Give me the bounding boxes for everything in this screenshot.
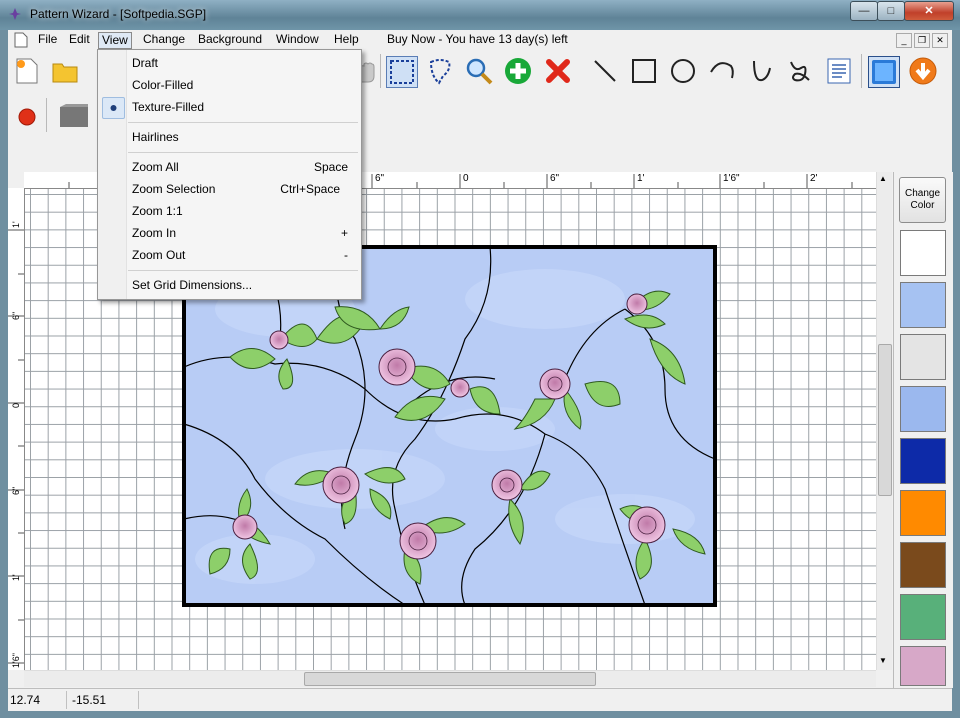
- color-swatch[interactable]: [900, 282, 946, 328]
- menu-item-zoom-all[interactable]: Zoom All: [132, 157, 179, 177]
- window-title: Pattern Wizard - [Softpedia.SGP]: [30, 7, 207, 21]
- new-file-icon[interactable]: [12, 56, 42, 86]
- color-swatch[interactable]: [900, 334, 946, 380]
- status-y-coordinate: -15.51: [72, 693, 107, 707]
- menu-bar: File Edit View Change Background Window …: [8, 30, 952, 51]
- lasso-select-icon[interactable]: [425, 56, 455, 86]
- menu-item-color-filled[interactable]: Color-Filled: [132, 75, 193, 95]
- app-icon: [8, 7, 22, 21]
- menu-gutter: [98, 50, 127, 299]
- color-swatch[interactable]: [900, 646, 946, 686]
- selected-radio-icon: [102, 97, 125, 119]
- status-divider: [138, 691, 139, 709]
- menu-item-draft[interactable]: Draft: [132, 53, 158, 73]
- add-icon[interactable]: [503, 56, 533, 86]
- horizontal-scrollbar[interactable]: [24, 670, 876, 687]
- line-tool-icon[interactable]: [590, 56, 620, 86]
- vertical-scrollbar[interactable]: ▲ ▼: [876, 172, 892, 670]
- ruler-label: 1': [11, 574, 21, 581]
- menu-separator: [128, 152, 358, 153]
- ruler-label: 6": [375, 173, 385, 184]
- record-icon[interactable]: [17, 107, 37, 127]
- shortcut-zoom-out: -: [344, 248, 348, 262]
- ruler-label: 0: [463, 173, 469, 184]
- menu-separator: [128, 122, 358, 123]
- ruler-label: 1'6": [723, 173, 740, 184]
- menu-view[interactable]: View: [98, 32, 132, 49]
- shortcut-zoom-selection: Ctrl+Space: [280, 182, 340, 196]
- color-swatch[interactable]: [900, 490, 946, 536]
- rectangle-tool-icon[interactable]: [629, 56, 659, 86]
- vertical-scroll-thumb[interactable]: [878, 344, 892, 496]
- status-divider: [66, 691, 67, 709]
- texture-view-icon[interactable]: [868, 56, 900, 88]
- menu-change[interactable]: Change: [140, 32, 188, 47]
- rectangle-select-icon[interactable]: [386, 56, 418, 88]
- freehand-tool-icon[interactable]: [785, 56, 815, 86]
- horizontal-scroll-thumb[interactable]: [304, 672, 596, 686]
- minimize-button[interactable]: —: [850, 1, 878, 21]
- menu-item-texture-filled[interactable]: Texture-Filled: [132, 97, 204, 117]
- ruler-label: 6": [11, 311, 21, 320]
- view-menu-dropdown: Draft Color-Filled Texture-Filled Hairli…: [97, 49, 362, 300]
- properties-icon[interactable]: [824, 56, 854, 86]
- ruler-label: 1'6": [11, 653, 21, 668]
- download-icon[interactable]: [908, 56, 938, 86]
- maximize-button[interactable]: □: [877, 1, 905, 21]
- arc-tool-icon[interactable]: [707, 56, 737, 86]
- delete-icon[interactable]: [543, 56, 573, 86]
- status-x-coordinate: 12.74: [10, 693, 41, 707]
- change-color-button[interactable]: Change Color: [899, 177, 946, 223]
- menu-item-zoom-out[interactable]: Zoom Out: [132, 245, 185, 265]
- menu-item-zoom-selection[interactable]: Zoom Selection: [132, 179, 215, 199]
- toolbar-separator: [380, 54, 381, 88]
- menu-item-zoom-in[interactable]: Zoom In: [132, 223, 176, 243]
- layer-icon[interactable]: [58, 103, 90, 129]
- ruler-label: 1': [637, 173, 645, 184]
- shortcut-zoom-in: +: [340, 226, 348, 240]
- toolbar-separator: [46, 98, 47, 132]
- menu-help[interactable]: Help: [331, 32, 362, 47]
- color-swatch[interactable]: [900, 438, 946, 484]
- open-folder-icon[interactable]: [50, 56, 80, 86]
- color-palette: Change Color: [893, 172, 953, 688]
- toolbar-separator: [861, 54, 862, 88]
- ruler-label: 1': [11, 221, 21, 228]
- zoom-icon[interactable]: [464, 56, 494, 86]
- scroll-up-arrow[interactable]: ▲: [879, 174, 887, 183]
- close-button[interactable]: ✕: [904, 1, 954, 21]
- color-swatch[interactable]: [900, 542, 946, 588]
- menu-item-set-grid-dimensions[interactable]: Set Grid Dimensions...: [132, 275, 252, 295]
- trial-notice[interactable]: Buy Now - You have 13 day(s) left: [384, 32, 571, 47]
- mdi-restore-button[interactable]: ❐: [914, 33, 930, 48]
- status-bar: 12.74 -15.51: [8, 688, 952, 711]
- ruler-label: 6": [550, 173, 560, 184]
- mdi-minimize-button[interactable]: _: [896, 33, 912, 48]
- circle-tool-icon[interactable]: [668, 56, 698, 86]
- color-swatch[interactable]: [900, 230, 946, 276]
- title-bar: Pattern Wizard - [Softpedia.SGP] — □ ✕: [0, 0, 960, 30]
- ruler-label: 6": [11, 486, 21, 495]
- scroll-down-arrow[interactable]: ▼: [879, 656, 887, 665]
- ruler-label: 0: [11, 402, 21, 408]
- menu-item-zoom-1-1[interactable]: Zoom 1:1: [132, 201, 183, 221]
- color-swatch[interactable]: [900, 594, 946, 640]
- menu-background[interactable]: Background: [195, 32, 265, 47]
- document-icon[interactable]: [14, 32, 28, 48]
- menu-separator: [128, 270, 358, 271]
- menu-item-hairlines[interactable]: Hairlines: [132, 127, 179, 147]
- menu-file[interactable]: File: [35, 32, 60, 47]
- color-swatch[interactable]: [900, 386, 946, 432]
- menu-edit[interactable]: Edit: [66, 32, 93, 47]
- vertical-ruler: 1' 6" 0 6" 1' 1'6": [8, 188, 25, 670]
- mdi-close-button[interactable]: ✕: [932, 33, 948, 48]
- shortcut-zoom-all: Space: [313, 160, 348, 174]
- ruler-label: 2': [810, 173, 818, 184]
- menu-window[interactable]: Window: [273, 32, 322, 47]
- curve-tool-icon[interactable]: [746, 56, 776, 86]
